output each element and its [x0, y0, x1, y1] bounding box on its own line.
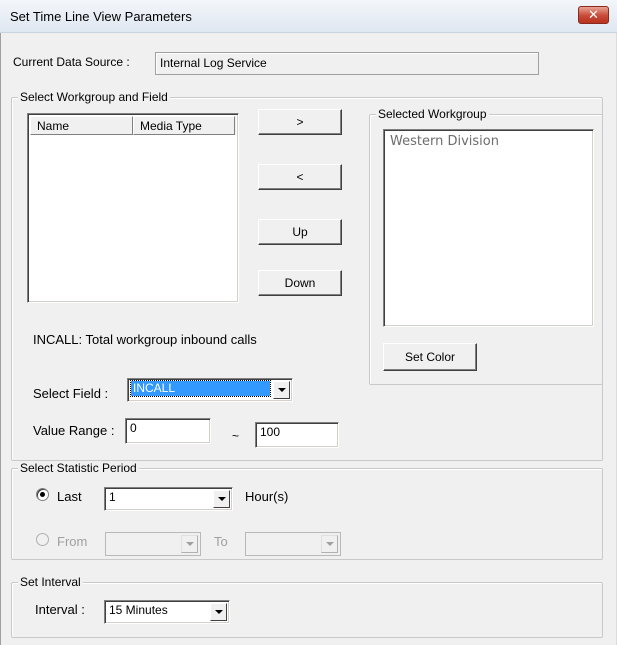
- dialog-body: Current Data Source : Internal Log Servi…: [0, 33, 617, 645]
- set-color-label: Set Color: [404, 350, 456, 364]
- chevron-down-icon: [185, 542, 194, 546]
- radio-selected-dot: [40, 492, 45, 497]
- interval-arrow[interactable]: [210, 603, 227, 621]
- last-value-dropdown[interactable]: 1: [104, 487, 233, 511]
- remove-button-label: <: [296, 170, 304, 184]
- set-interval-group: Set Interval: [11, 575, 603, 638]
- close-icon: ✕: [588, 7, 599, 22]
- set-interval-legend: Set Interval: [18, 575, 83, 589]
- remove-workgroup-button[interactable]: <: [258, 164, 342, 190]
- close-button[interactable]: ✕: [578, 6, 609, 24]
- move-down-button[interactable]: Down: [258, 270, 342, 296]
- last-radio[interactable]: [36, 488, 49, 501]
- up-button-label: Up: [292, 225, 308, 239]
- selected-workgroup-legend: Selected Workgroup: [376, 107, 489, 121]
- data-source-field: Internal Log Service: [155, 52, 539, 75]
- select-field-arrow[interactable]: [273, 381, 290, 399]
- chevron-down-icon: [214, 610, 223, 614]
- interval-value: 15 Minutes: [109, 603, 168, 617]
- title-bar: Set Time Line View Parameters ✕: [0, 0, 617, 33]
- value-range-min-value: 0: [130, 421, 137, 435]
- last-unit-label: Hour(s): [245, 489, 289, 504]
- move-up-button[interactable]: Up: [258, 219, 342, 245]
- set-color-button[interactable]: Set Color: [383, 343, 477, 371]
- statistic-period-legend: Select Statistic Period: [18, 461, 139, 475]
- from-radio[interactable]: [36, 533, 49, 546]
- add-workgroup-button[interactable]: >: [258, 109, 342, 135]
- value-range-max-input[interactable]: 100: [255, 422, 339, 448]
- chevron-down-icon: [277, 388, 286, 392]
- workgroup-field-legend: Select Workgroup and Field: [18, 90, 170, 104]
- workgroup-list[interactable]: Name Media Type: [27, 113, 239, 303]
- data-source-label: Current Data Source :: [13, 55, 130, 69]
- to-label: To: [214, 534, 228, 549]
- from-dropdown-arrow[interactable]: [181, 535, 198, 553]
- from-dropdown[interactable]: [105, 532, 201, 556]
- last-label: Last: [57, 489, 82, 504]
- chevron-down-icon: [325, 542, 334, 546]
- data-source-value: Internal Log Service: [160, 56, 267, 70]
- from-label: From: [57, 534, 88, 549]
- value-range-label: Value Range :: [33, 423, 115, 438]
- add-button-label: >: [296, 115, 304, 129]
- value-range-separator: ~: [232, 429, 240, 443]
- window-title: Set Time Line View Parameters: [10, 9, 192, 24]
- select-field-dropdown[interactable]: INCALL: [127, 378, 293, 402]
- last-value-arrow[interactable]: [213, 490, 230, 508]
- select-field-label: Select Field :: [33, 386, 109, 401]
- to-dropdown-arrow[interactable]: [321, 535, 338, 553]
- selected-workgroup-list[interactable]: Western Division: [383, 129, 594, 327]
- workgroup-list-header: Name Media Type: [30, 116, 236, 135]
- column-header-media-type[interactable]: Media Type: [133, 116, 235, 135]
- interval-dropdown[interactable]: 15 Minutes: [104, 600, 230, 624]
- interval-label: Interval :: [35, 602, 85, 617]
- value-range-min-input[interactable]: 0: [125, 418, 211, 444]
- select-field-value: INCALL: [130, 380, 271, 397]
- field-description: INCALL: Total workgroup inbound calls: [33, 332, 257, 347]
- to-dropdown[interactable]: [245, 532, 341, 556]
- selected-workgroup-item[interactable]: Western Division: [390, 134, 499, 149]
- value-range-max-value: 100: [260, 425, 281, 439]
- last-value-text: 1: [109, 490, 116, 504]
- down-button-label: Down: [284, 276, 316, 290]
- chevron-down-icon: [217, 497, 226, 501]
- column-header-name[interactable]: Name: [30, 116, 133, 135]
